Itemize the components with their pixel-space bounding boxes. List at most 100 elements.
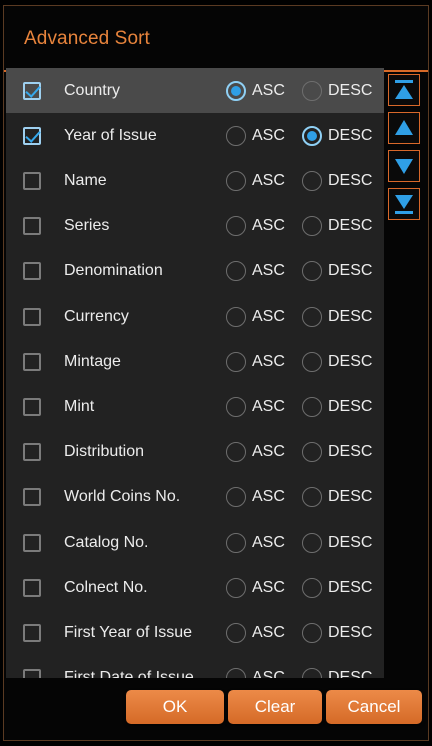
sort-row[interactable]: First Year of Issue ASC DESC (6, 610, 384, 655)
move-to-bottom-button[interactable] (388, 188, 420, 220)
asc-radio-option[interactable]: ASC (226, 487, 285, 508)
asc-radio-button[interactable] (226, 125, 246, 146)
desc-radio-option[interactable]: DESC (302, 532, 373, 553)
asc-radio-option[interactable]: ASC (226, 622, 285, 643)
asc-radio-button[interactable] (226, 668, 246, 678)
field-checkbox[interactable] (23, 126, 41, 145)
asc-radio-button[interactable] (226, 577, 246, 598)
sort-row[interactable]: Colnect No. ASC DESC (6, 565, 384, 610)
desc-radio-button[interactable] (302, 351, 322, 372)
asc-radio-option[interactable]: ASC (226, 577, 285, 598)
asc-radio-button[interactable] (226, 170, 246, 191)
sort-row[interactable]: Name ASC DESC (6, 158, 384, 203)
asc-radio-label: ASC (252, 443, 285, 461)
cancel-button[interactable]: Cancel (326, 690, 422, 724)
asc-radio-button[interactable] (226, 80, 246, 101)
field-checkbox[interactable] (23, 307, 41, 326)
asc-radio-option[interactable]: ASC (226, 306, 285, 327)
desc-radio-option[interactable]: DESC (302, 442, 372, 463)
sort-row[interactable]: Year of Issue ASC DESC (6, 113, 384, 158)
asc-radio-option[interactable]: ASC (226, 170, 285, 191)
desc-radio-button[interactable] (302, 442, 322, 463)
desc-radio-option[interactable]: DESC (302, 487, 372, 508)
desc-radio-button[interactable] (302, 170, 322, 191)
asc-radio-option[interactable]: ASC (226, 396, 285, 417)
desc-radio-label: DESC (328, 578, 373, 596)
desc-radio-label: DESC (328, 623, 373, 641)
sort-field-list[interactable]: Country ASC DESC Year of Issue ASC DESC Name AS… (6, 68, 384, 678)
desc-radio-button[interactable] (302, 216, 322, 237)
move-down-button[interactable] (388, 150, 420, 182)
field-checkbox[interactable] (23, 397, 41, 416)
desc-radio-option[interactable]: DESC (302, 577, 373, 598)
asc-radio-label: ASC (252, 126, 285, 144)
desc-radio-button[interactable] (302, 261, 322, 282)
field-checkbox[interactable] (23, 578, 41, 597)
sort-row[interactable]: World Coins No. ASC DESC (6, 475, 384, 520)
sort-row[interactable]: Currency ASC DESC (6, 294, 384, 339)
desc-radio-label: DESC (328, 533, 373, 551)
asc-radio-option[interactable]: ASC (226, 80, 285, 101)
asc-radio-button[interactable] (226, 306, 246, 327)
field-label: Country (64, 81, 121, 99)
asc-radio-button[interactable] (226, 351, 246, 372)
desc-radio-button[interactable] (302, 668, 322, 678)
desc-radio-option[interactable]: DESC (302, 622, 373, 643)
desc-radio-button[interactable] (302, 532, 322, 553)
desc-radio-option[interactable]: DESC (302, 216, 372, 237)
desc-radio-button[interactable] (302, 622, 322, 643)
asc-radio-button[interactable] (226, 261, 246, 282)
field-checkbox[interactable] (23, 443, 41, 462)
field-checkbox[interactable] (23, 171, 41, 190)
asc-radio-button[interactable] (226, 442, 246, 463)
sort-row[interactable]: Country ASC DESC (6, 68, 384, 113)
desc-radio-button[interactable] (302, 487, 322, 508)
field-checkbox[interactable] (23, 669, 41, 678)
desc-radio-option[interactable]: DESC (302, 261, 372, 282)
asc-radio-option[interactable]: ASC (226, 216, 285, 237)
ok-button[interactable]: OK (126, 690, 224, 724)
desc-radio-option[interactable]: DESC (302, 396, 372, 417)
desc-radio-option[interactable]: DESC (302, 125, 372, 146)
desc-radio-button[interactable] (302, 577, 322, 598)
sort-row[interactable]: Denomination ASC DESC (6, 249, 384, 294)
desc-radio-option[interactable]: DESC (302, 668, 372, 678)
desc-radio-option[interactable]: DESC (302, 170, 372, 191)
desc-radio-option[interactable]: DESC (302, 306, 372, 327)
move-up-button[interactable] (388, 112, 420, 144)
asc-radio-option[interactable]: ASC (226, 668, 285, 678)
move-to-top-button[interactable] (388, 74, 420, 106)
field-checkbox[interactable] (23, 623, 41, 642)
asc-radio-button[interactable] (226, 216, 246, 237)
desc-radio-button[interactable] (302, 80, 322, 101)
clear-button[interactable]: Clear (228, 690, 322, 724)
asc-radio-option[interactable]: ASC (226, 351, 285, 372)
sort-row[interactable]: Mintage ASC DESC (6, 339, 384, 384)
desc-radio-option[interactable]: DESC (302, 351, 372, 372)
sort-row[interactable]: Catalog No. ASC DESC (6, 520, 384, 565)
desc-radio-option[interactable]: DESC (302, 80, 372, 101)
desc-radio-button[interactable] (302, 306, 322, 327)
asc-radio-option[interactable]: ASC (226, 125, 285, 146)
asc-radio-label: ASC (252, 171, 285, 189)
sort-row[interactable]: Series ASC DESC (6, 204, 384, 249)
asc-radio-button[interactable] (226, 487, 246, 508)
asc-radio-button[interactable] (226, 622, 246, 643)
desc-radio-button[interactable] (302, 396, 322, 417)
asc-radio-button[interactable] (226, 396, 246, 417)
field-checkbox[interactable] (23, 217, 41, 236)
asc-radio-option[interactable]: ASC (226, 532, 285, 553)
asc-radio-button[interactable] (226, 532, 246, 553)
asc-radio-option[interactable]: ASC (226, 442, 285, 463)
sort-row[interactable]: Mint ASC DESC (6, 384, 384, 429)
field-label: Denomination (64, 262, 163, 280)
asc-radio-option[interactable]: ASC (226, 261, 285, 282)
field-checkbox[interactable] (23, 352, 41, 371)
field-checkbox[interactable] (23, 262, 41, 281)
field-checkbox[interactable] (23, 533, 41, 552)
field-checkbox[interactable] (23, 488, 41, 507)
field-checkbox[interactable] (23, 81, 41, 100)
desc-radio-button[interactable] (302, 125, 322, 146)
sort-row[interactable]: Distribution ASC DESC (6, 430, 384, 475)
sort-row[interactable]: First Date of Issue ASC DESC (6, 656, 384, 678)
